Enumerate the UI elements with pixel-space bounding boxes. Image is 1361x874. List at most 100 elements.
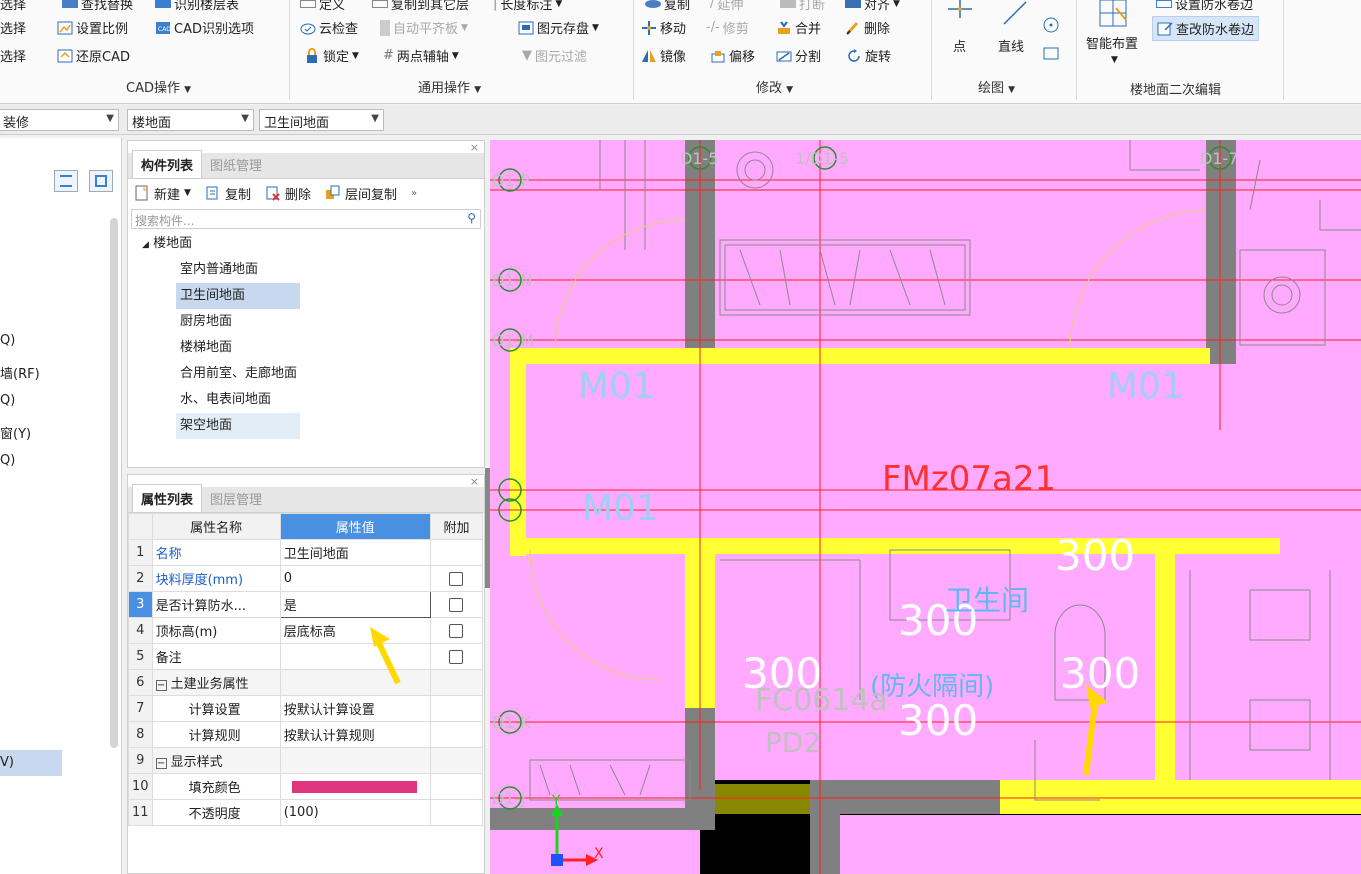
- layer-copy-button[interactable]: 层间复制: [325, 184, 397, 203]
- collapse-icon[interactable]: −: [155, 758, 167, 769]
- table-row[interactable]: 10 填充颜色: [128, 773, 484, 800]
- split-button[interactable]: 分割: [776, 46, 821, 65]
- two-point-aux-button[interactable]: # 两点辅轴 ▼: [383, 46, 459, 65]
- smart-layout-button[interactable]: 智能布置: [1086, 33, 1138, 52]
- table-row[interactable]: 8 计算规则 按默认计算规则: [128, 721, 484, 748]
- set-waterproof-edge-button[interactable]: 设置防水卷边: [1156, 0, 1253, 13]
- line-tool[interactable]: [998, 0, 1032, 30]
- table-row[interactable]: 3 是否计算防水... 是: [128, 591, 484, 618]
- drawing-canvas[interactable]: D1-5 1/D1-5 D1-7 D1-P D1-N D1-M D1-K D1-…: [490, 140, 1361, 874]
- rotate-button[interactable]: 旋转: [846, 46, 891, 65]
- collapse-icon[interactable]: ◢: [142, 240, 149, 250]
- search-icon[interactable]: ⚲: [467, 211, 476, 225]
- copy-to-layer-button[interactable]: 复制到其它层: [372, 0, 469, 13]
- tab-drawing-management[interactable]: 图纸管理: [202, 151, 270, 178]
- cad-ops-group-label[interactable]: CAD操作 ▼: [126, 77, 191, 96]
- property-value[interactable]: 按默认计算规则: [279, 721, 431, 748]
- select-label[interactable]: 选择: [0, 18, 26, 37]
- tree-root[interactable]: ◢ 楼地面: [128, 231, 484, 257]
- draw-group-label[interactable]: 绘图 ▼: [978, 77, 1015, 96]
- offset-button[interactable]: 偏移: [710, 46, 755, 65]
- mirror-button[interactable]: 镜像: [641, 46, 686, 65]
- color-swatch[interactable]: [291, 780, 417, 793]
- property-group-name[interactable]: − 土建业务属性: [151, 669, 281, 696]
- fill-color-value[interactable]: [279, 773, 431, 800]
- table-row[interactable]: 11 不透明度 (100): [128, 799, 484, 826]
- delete-component-button[interactable]: 删除: [265, 184, 311, 203]
- tree-item[interactable]: 合用前室、走廊地面: [128, 361, 484, 387]
- tab-layer-management[interactable]: 图层管理: [202, 485, 270, 512]
- nav-item[interactable]: 墙(RF): [0, 363, 40, 382]
- property-value-input[interactable]: 是: [279, 591, 431, 618]
- tree-item[interactable]: 楼梯地面: [128, 335, 484, 361]
- align-button[interactable]: 对齐 ▼: [845, 0, 900, 13]
- rect-tool[interactable]: [1042, 44, 1060, 66]
- cloud-check-button[interactable]: 云检查: [300, 18, 358, 37]
- tab-component-list[interactable]: 构件列表: [132, 150, 203, 178]
- copy-button[interactable]: 复制: [645, 0, 690, 13]
- attach-checkbox[interactable]: [449, 649, 464, 664]
- line-label[interactable]: 直线: [998, 36, 1024, 55]
- table-row[interactable]: 6 − 土建业务属性: [128, 669, 484, 696]
- copy-component-button[interactable]: 复制: [205, 184, 251, 203]
- extend-button[interactable]: / 延伸: [710, 0, 743, 13]
- check-waterproof-edge-button[interactable]: 查改防水卷边: [1152, 16, 1260, 41]
- tab-property-list[interactable]: 属性列表: [132, 484, 203, 512]
- select-button[interactable]: 选择: [0, 0, 26, 13]
- waterproof-edge[interactable]: [510, 348, 526, 556]
- nav-item[interactable]: Q): [0, 453, 15, 468]
- table-row[interactable]: 9 − 显示样式: [128, 747, 484, 774]
- break-button[interactable]: 打断: [780, 0, 825, 13]
- modify-group-label[interactable]: 修改 ▼: [756, 77, 793, 96]
- component-select[interactable]: 卫生间地面 ▼: [259, 109, 384, 131]
- attach-checkbox[interactable]: [449, 597, 464, 612]
- element-filter-button[interactable]: ▼ 图元过滤: [522, 46, 587, 65]
- wall[interactable]: [810, 780, 840, 874]
- lock-button[interactable]: 锁定 ▼: [304, 46, 359, 65]
- nav-item[interactable]: Q): [0, 333, 15, 348]
- waterproof-edge[interactable]: [510, 348, 1210, 364]
- property-value[interactable]: 卫生间地面: [279, 539, 431, 566]
- trim-button[interactable]: -/- 修剪: [706, 18, 749, 37]
- point-label[interactable]: 点: [953, 36, 966, 55]
- cad-identify-options-button[interactable]: CAD CAD识别选项: [155, 18, 254, 37]
- list-view-button[interactable]: [54, 170, 78, 192]
- waterproof-edge[interactable]: [1155, 538, 1175, 788]
- table-row[interactable]: 4 顶标高(m) 层底标高: [128, 617, 484, 644]
- length-mark-button[interactable]: | 长度标注 ▼: [493, 0, 562, 13]
- property-value[interactable]: (100): [279, 799, 431, 826]
- property-group-name[interactable]: − 显示样式: [151, 747, 281, 774]
- set-scale-button[interactable]: 设置比例: [57, 18, 128, 37]
- point-tool[interactable]: [944, 0, 976, 30]
- floor-fill[interactable]: [840, 815, 1361, 874]
- category-select[interactable]: 装修 ▼: [0, 109, 119, 131]
- waterproof-edge[interactable]: [715, 784, 810, 814]
- auto-align-slab-button[interactable]: 自动平齐板 ▼: [380, 18, 468, 37]
- table-row[interactable]: 5 备注: [128, 643, 484, 670]
- nav-item-selected[interactable]: V): [0, 750, 62, 776]
- wall[interactable]: [1206, 140, 1236, 364]
- close-icon[interactable]: ×: [470, 475, 479, 488]
- detail-view-button[interactable]: [89, 170, 113, 192]
- chevron-down-icon[interactable]: ▼: [1111, 55, 1118, 65]
- scrollbar[interactable]: [110, 218, 118, 748]
- element-save-button[interactable]: 图元存盘 ▼: [518, 18, 599, 37]
- more-icon[interactable]: »: [411, 188, 417, 199]
- wall[interactable]: [490, 808, 715, 830]
- identify-floor-table-button[interactable]: 识别楼层表: [155, 0, 239, 13]
- table-row[interactable]: 1 名称 卫生间地面: [128, 539, 484, 566]
- table-row[interactable]: 7 计算设置 按默认计算设置: [128, 695, 484, 722]
- delete-button[interactable]: 删除: [845, 18, 890, 37]
- waterproof-edge[interactable]: [1000, 780, 1361, 814]
- restore-cad-button[interactable]: 还原CAD: [57, 46, 130, 65]
- select-label-2[interactable]: 选择: [0, 46, 26, 65]
- nav-item[interactable]: 窗(Y): [0, 423, 31, 442]
- type-select[interactable]: 楼地面 ▼: [127, 109, 254, 131]
- define-button[interactable]: 定义: [300, 0, 345, 13]
- tree-item[interactable]: 厨房地面: [128, 309, 484, 335]
- tree-item-hover[interactable]: 架空地面: [176, 413, 300, 439]
- smart-layout-tool[interactable]: [1096, 0, 1132, 30]
- search-input[interactable]: 搜索构件... ⚲: [131, 209, 481, 229]
- property-value[interactable]: 0: [279, 565, 431, 592]
- merge-button[interactable]: 合并: [776, 18, 821, 37]
